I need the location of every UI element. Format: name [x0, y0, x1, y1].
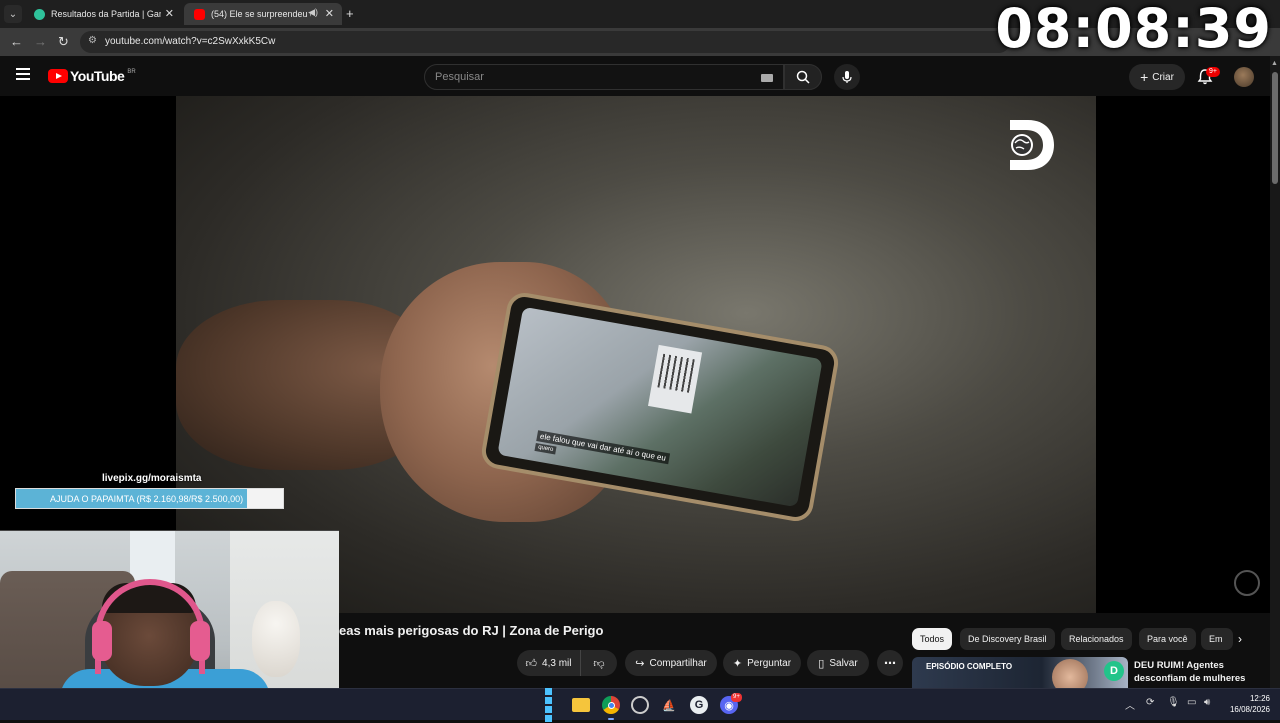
scroll-up-arrow-icon[interactable]: ▲	[1271, 60, 1278, 67]
youtube-logo[interactable]: YouTube BR	[48, 68, 136, 84]
more-actions-button[interactable]: ⋯	[877, 650, 903, 676]
taskbar-clock[interactable]: 12:26 16/08/2026	[1226, 693, 1270, 715]
search-placeholder: Pesquisar	[435, 71, 484, 83]
notification-badge: 9+	[1206, 67, 1220, 77]
taskbar-date: 16/08/2026	[1229, 705, 1270, 714]
share-button[interactable]: ↪ Compartilhar	[625, 650, 717, 676]
webcam-headphone-left-cup	[92, 621, 112, 661]
chip-todos[interactable]: Todos	[912, 628, 953, 650]
youtube-logo-text: YouTube	[70, 68, 125, 84]
chrome-icon[interactable]	[602, 696, 620, 714]
tab-title: Resultados da Partida | Gamers	[51, 9, 161, 19]
region-code: BR	[127, 69, 136, 75]
like-button[interactable]: 👍︎ 4,3 mil	[517, 650, 581, 676]
thumbs-down-icon: 👎︎	[593, 657, 605, 670]
hamburger-menu-icon[interactable]	[16, 68, 30, 80]
youtube-play-logo-icon	[48, 69, 68, 83]
ask-label: Perguntar	[747, 657, 792, 669]
create-button[interactable]: + Criar	[1129, 64, 1185, 90]
like-dislike-group: 👍︎ 4,3 mil 👎︎	[517, 650, 617, 676]
ask-button[interactable]: ✦ Perguntar	[723, 650, 801, 676]
create-label: Criar	[1152, 71, 1174, 83]
steam-icon[interactable]: ⛵	[660, 696, 678, 714]
audio-playing-icon[interactable]: ◀)	[308, 7, 318, 18]
discovery-logo-icon	[1010, 120, 1054, 170]
chip-para-voce[interactable]: Para você	[1139, 628, 1196, 650]
site-info-icon[interactable]: ⚙	[88, 35, 97, 46]
chevron-right-icon[interactable]: ›	[1238, 632, 1242, 646]
youtube-favicon-icon	[194, 8, 205, 20]
save-label: Salvar	[829, 657, 858, 669]
webcam-teddy-bear	[252, 601, 300, 677]
tab-search-dropdown[interactable]: ⌄	[4, 5, 22, 23]
close-tab-icon[interactable]: ✕	[165, 7, 174, 20]
youtube-header: YouTube BR Pesquisar + Criar	[0, 56, 1270, 96]
scrollbar-thumb[interactable]	[1272, 72, 1278, 184]
address-bar[interactable]: ⚙ youtube.com/watch?v=c2SwXxkK5Cw	[80, 31, 1010, 53]
thumbnail-face	[1052, 659, 1088, 688]
video-meta: eas mais perigosas do RJ | Zona de Perig…	[339, 613, 903, 688]
url-text: youtube.com/watch?v=c2SwXxkK5Cw	[105, 36, 276, 47]
plus-icon: +	[1140, 69, 1149, 85]
related-filter-chips: Todos De Discovery Brasil Relacionados P…	[912, 628, 1252, 650]
back-arrow-icon[interactable]: ←	[10, 34, 23, 49]
share-icon: ↪	[635, 657, 645, 670]
voice-search-button[interactable]	[834, 64, 860, 90]
donation-goal-text: AJUDA O PAPAIMTA (R$ 2.160,98/R$ 2.500,0…	[50, 494, 244, 504]
close-tab-icon[interactable]: ✕	[325, 7, 334, 20]
chip-de-discovery-brasil[interactable]: De Discovery Brasil	[960, 628, 1055, 650]
discovery-channel-icon: D	[1104, 661, 1124, 681]
search-icon	[796, 70, 810, 84]
related-video-title[interactable]: DEU RUIM! Agentes desconfiam de mulheres…	[1134, 659, 1264, 688]
volume-icon[interactable]: 🔊︎	[1204, 697, 1210, 708]
keyboard-icon[interactable]	[761, 74, 773, 82]
windows-start-button[interactable]	[543, 688, 561, 722]
phone-screen: ele falou que vai dar até aí o que eu qu…	[497, 306, 823, 508]
share-label: Compartilhar	[649, 657, 707, 669]
phone-subtitle-line2: quero	[534, 442, 557, 455]
search-input[interactable]: Pesquisar	[424, 64, 784, 90]
chip-relacionados[interactable]: Relacionados	[1061, 628, 1132, 650]
tray-app-icon[interactable]: ⟳	[1146, 697, 1154, 708]
chip-em[interactable]: Em	[1201, 628, 1233, 650]
donation-goal-bar: AJUDA O PAPAIMTA (R$ 2.160,98/R$ 2.500,0…	[15, 488, 284, 509]
save-button[interactable]: ▯ Salvar	[807, 650, 869, 676]
more-dots-icon: ⋯	[884, 656, 896, 670]
file-explorer-icon[interactable]	[572, 698, 590, 712]
gamersclub-favicon-icon	[34, 8, 45, 20]
phone-screen-gate	[648, 344, 703, 414]
new-tab-button[interactable]: +	[346, 6, 354, 21]
network-icon[interactable]: ▭	[1187, 697, 1196, 708]
sparkle-icon: ✦	[732, 657, 743, 670]
tray-overflow-chevron-icon[interactable]: ︿	[1125, 697, 1135, 712]
bookmark-icon: ▯	[818, 657, 825, 670]
channel-watermark-icon[interactable]	[1234, 570, 1260, 596]
thumbs-up-icon: 👍︎	[525, 657, 538, 670]
tab-title: (54) Ele se surpreendeu com	[211, 9, 311, 19]
discord-badge: 9+	[731, 693, 742, 702]
windows-taskbar: ⛵ G ◉ 9+ ︿ ⟳ 🎙︎ ▭ 🔊︎ 12:26 16/08/2026	[0, 688, 1280, 722]
episode-badge: EPISÓDIO COMPLETO	[926, 662, 1013, 671]
windows-logo-icon	[544, 687, 560, 723]
livepix-url: livepix.gg/moraismta	[102, 473, 202, 484]
webcam-headphone-right-cup	[190, 621, 210, 661]
related-video-item[interactable]: EPISÓDIO COMPLETO D DEU RUIM! Agentes de…	[912, 657, 1267, 688]
tray-microphone-icon[interactable]: 🎙︎	[1167, 697, 1180, 708]
related-video-thumbnail[interactable]: EPISÓDIO COMPLETO D	[912, 657, 1128, 688]
faceit-icon[interactable]: G	[690, 696, 708, 714]
account-avatar[interactable]	[1234, 67, 1254, 87]
stream-clock-overlay: 08:08:39	[995, 0, 1272, 60]
reload-icon[interactable]: ↻	[58, 34, 69, 50]
video-title: eas mais perigosas do RJ | Zona de Perig…	[339, 623, 604, 638]
microphone-icon	[842, 71, 852, 83]
forward-arrow-icon[interactable]: →	[34, 34, 47, 49]
dislike-button[interactable]: 👎︎	[581, 650, 617, 676]
search-button[interactable]	[784, 64, 822, 90]
game-launcher-icon[interactable]	[631, 696, 649, 714]
browser-tab-youtube[interactable]: (54) Ele se surpreendeu com ◀) ✕	[184, 3, 342, 25]
like-count: 4,3 mil	[542, 657, 572, 669]
taskbar-time: 12:26	[1249, 694, 1270, 703]
browser-tab-gamersclub[interactable]: Resultados da Partida | Gamers ✕	[24, 3, 182, 25]
